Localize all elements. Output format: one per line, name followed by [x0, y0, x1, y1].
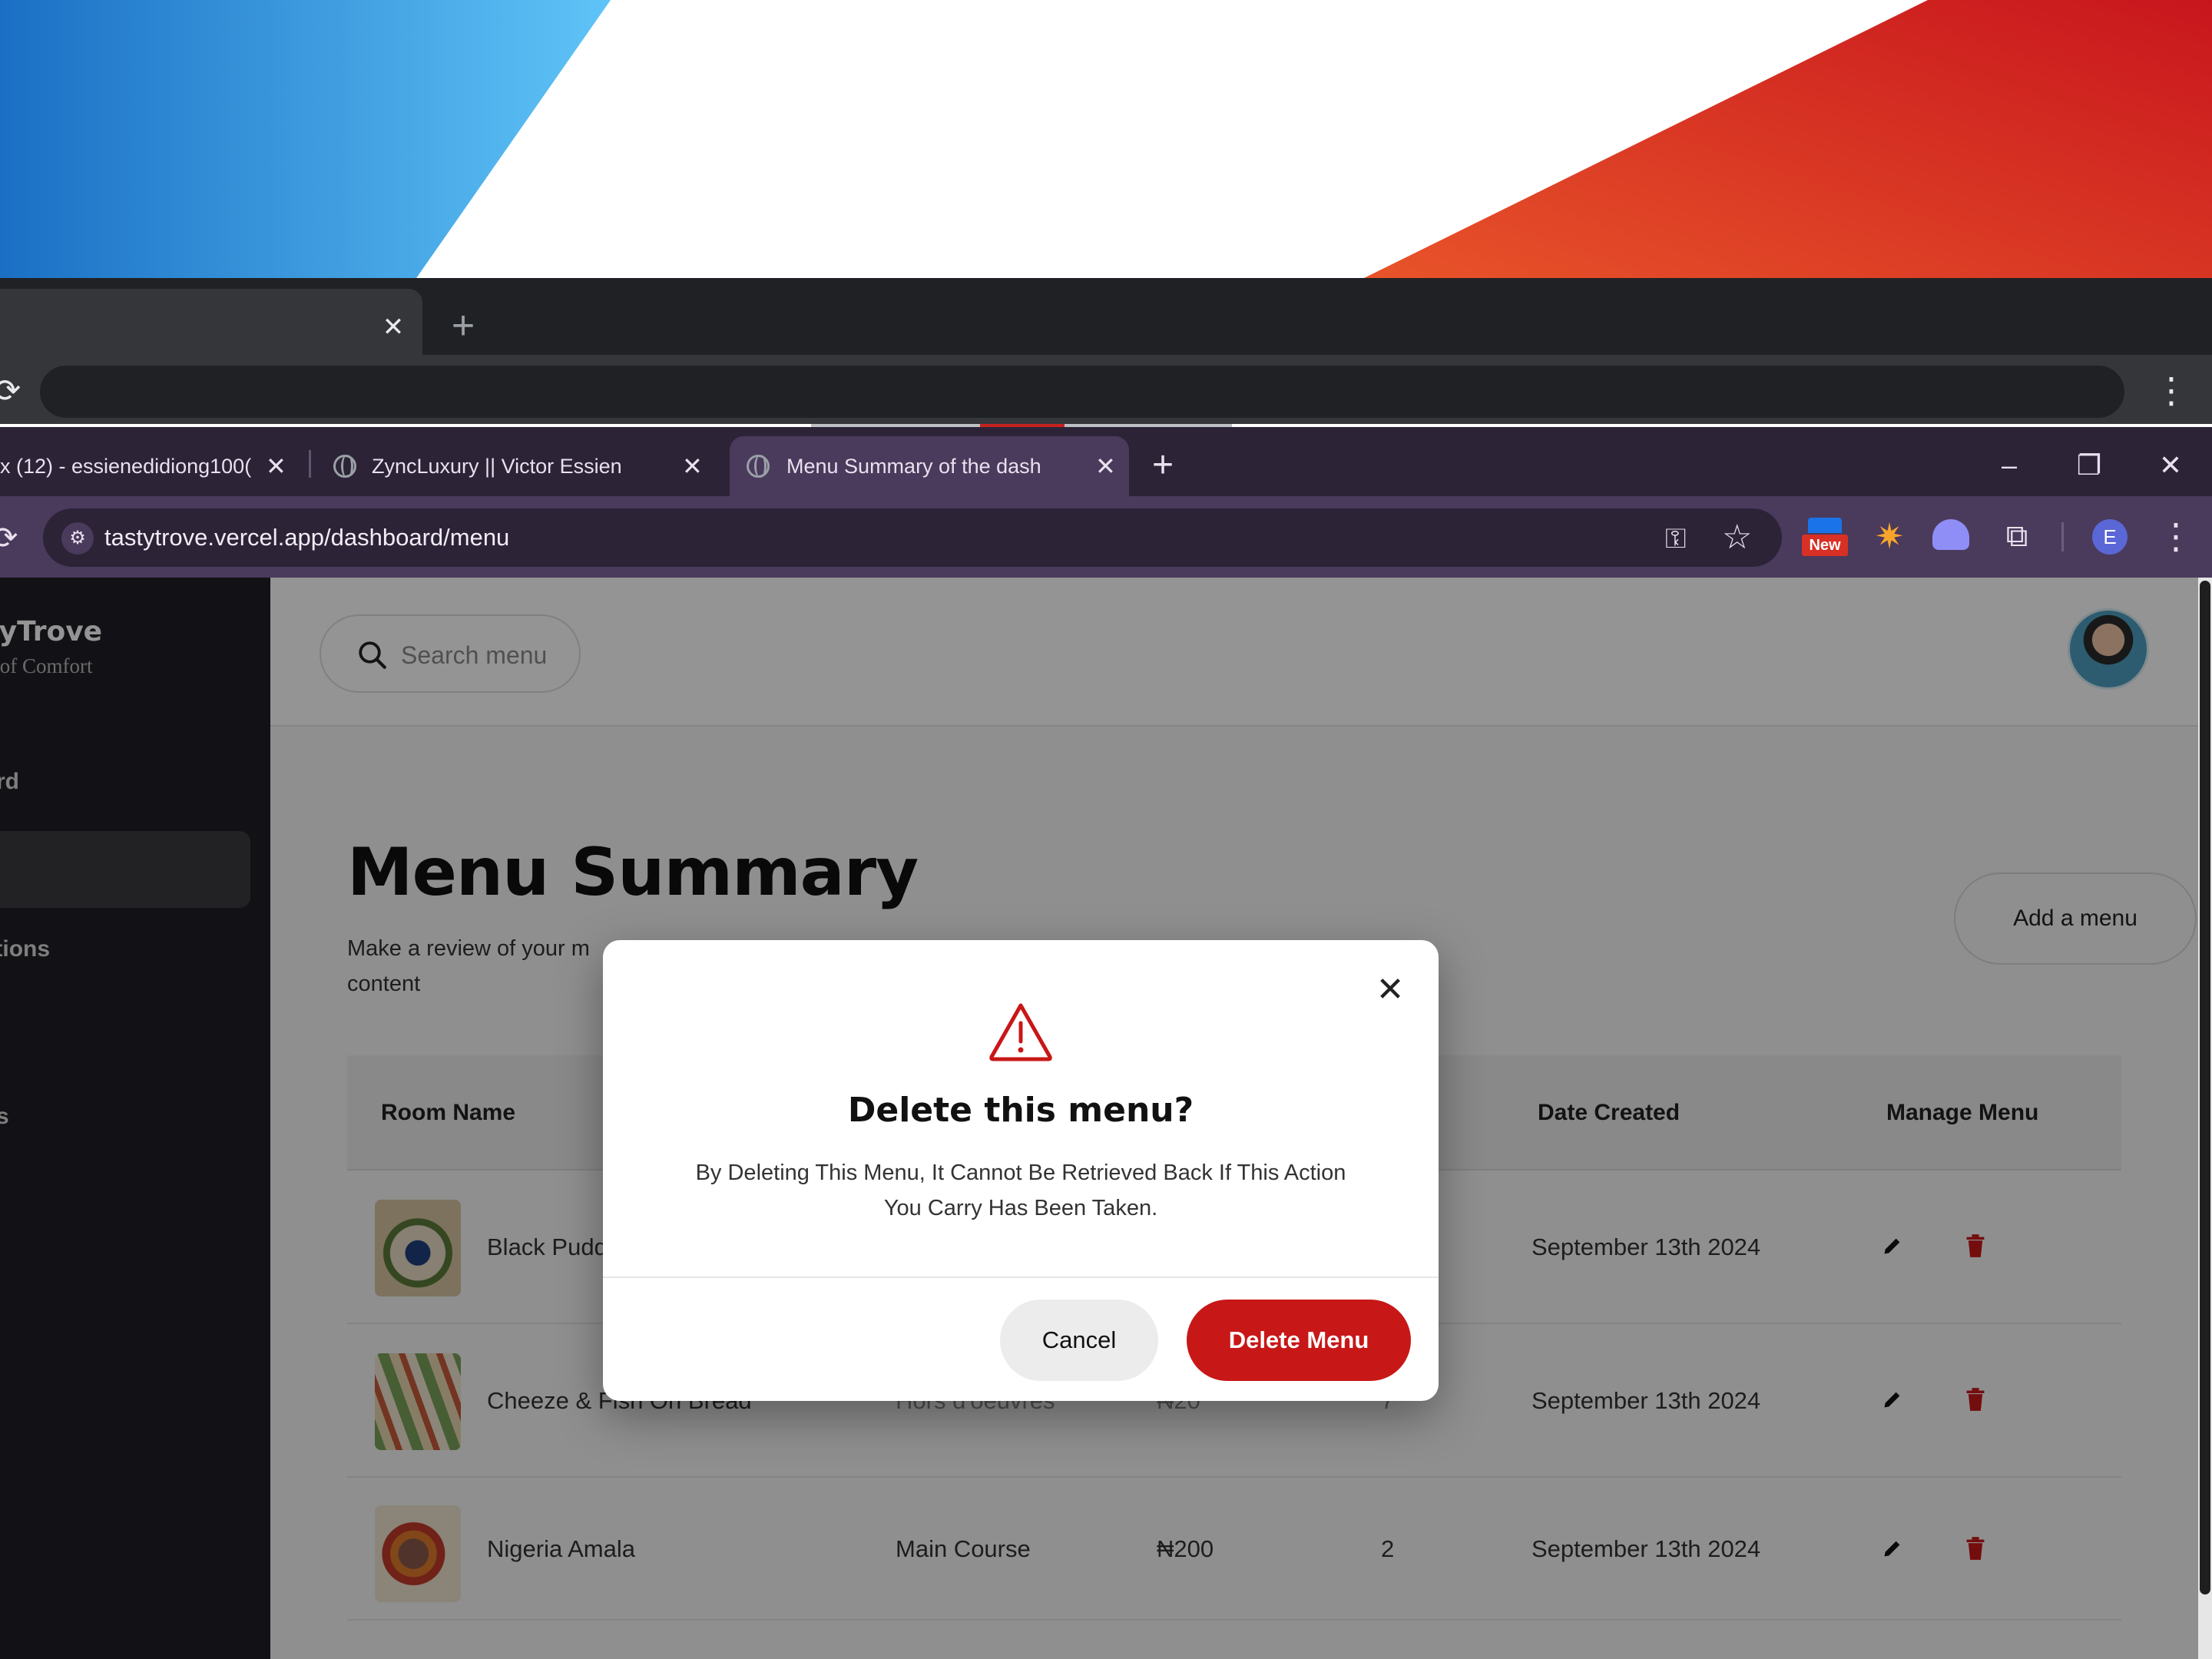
- globe-icon: [333, 455, 356, 478]
- toolbar-separator: [2061, 522, 2064, 551]
- extension-spark-icon[interactable]: ✷: [1868, 515, 1911, 558]
- tab-title: x (12) - essienedidiong100(: [0, 455, 252, 478]
- url-text[interactable]: tastytrove.vercel.app/dashboard/menu: [104, 508, 509, 567]
- dialog-title: Delete this menu?: [847, 1091, 1194, 1130]
- outer-tab[interactable]: ✕: [0, 289, 422, 355]
- dialog-message: By Deleting This Menu, It Cannot Be Retr…: [695, 1161, 1346, 1220]
- delete-menu-button[interactable]: Delete Menu: [1187, 1300, 1411, 1381]
- site-info-icon[interactable]: ⚙: [61, 522, 94, 555]
- address-bar[interactable]: ⚙ tastytrove.vercel.app/dashboard/menu ⚿…: [43, 508, 1782, 567]
- bookmark-star-icon[interactable]: ☆: [1722, 518, 1752, 557]
- close-icon[interactable]: ✕: [682, 436, 703, 496]
- extension-new-icon[interactable]: New: [1802, 518, 1848, 558]
- minimize-icon[interactable]: –: [1986, 442, 2032, 488]
- outer-address-bar[interactable]: [40, 366, 2124, 418]
- outer-tab-bar: ✕ +: [0, 278, 2212, 355]
- close-icon[interactable]: ✕: [266, 436, 286, 496]
- desktop-wallpaper: [0, 0, 2212, 280]
- reload-icon[interactable]: ⟳: [0, 372, 21, 409]
- close-icon[interactable]: ✕: [1095, 436, 1116, 496]
- restore-icon[interactable]: ❐: [2066, 442, 2112, 488]
- extensions-puzzle-icon[interactable]: ⧉: [1995, 515, 2038, 558]
- tab-gmail[interactable]: x (12) - essienedidiong100( ✕: [0, 436, 307, 496]
- close-icon[interactable]: ✕: [376, 310, 410, 344]
- delete-confirmation-dialog: ✕ Delete this menu? By Deleting This Men…: [603, 940, 1439, 1401]
- new-tab-button[interactable]: +: [1152, 447, 1174, 484]
- key-icon[interactable]: ⚿: [1665, 522, 1686, 555]
- more-menu-icon[interactable]: ⋮: [2154, 369, 2189, 412]
- more-menu-icon[interactable]: ⋮: [2158, 515, 2194, 558]
- warning-icon: [989, 1003, 1052, 1061]
- tab-title: ZyncLuxury || Victor Essien: [372, 455, 622, 478]
- tab-menu-summary[interactable]: Menu Summary of the dashboa ✕: [730, 436, 1129, 496]
- close-icon[interactable]: ✕: [1371, 971, 1409, 1009]
- extension-badge: New: [1802, 535, 1848, 556]
- outer-toolbar: ⟳ ⋮: [0, 355, 2212, 424]
- inner-tab-bar: x (12) - essienedidiong100( ✕ ZyncLuxury…: [0, 427, 2212, 496]
- scrollbar-thumb[interactable]: [2200, 581, 2210, 1594]
- tab-title: Menu Summary of the dashboa: [786, 455, 1040, 478]
- reload-icon[interactable]: ⟳: [0, 521, 18, 556]
- web-page: styTrove me of Comfort oard actions vs g…: [0, 578, 2212, 1659]
- inner-toolbar: ⟳ ⚙ tastytrove.vercel.app/dashboard/menu…: [0, 496, 2212, 578]
- dialog-divider: [603, 1277, 1439, 1278]
- globe-icon: [747, 455, 770, 478]
- tab-zyncluxury[interactable]: ZyncLuxury || Victor Essien ✕: [307, 436, 722, 496]
- profile-avatar[interactable]: E: [2092, 519, 2128, 555]
- window-close-icon[interactable]: ✕: [2147, 442, 2194, 488]
- new-tab-button[interactable]: +: [444, 306, 482, 347]
- extension-ghost-icon[interactable]: [1932, 519, 1969, 550]
- cancel-button[interactable]: Cancel: [1000, 1300, 1158, 1381]
